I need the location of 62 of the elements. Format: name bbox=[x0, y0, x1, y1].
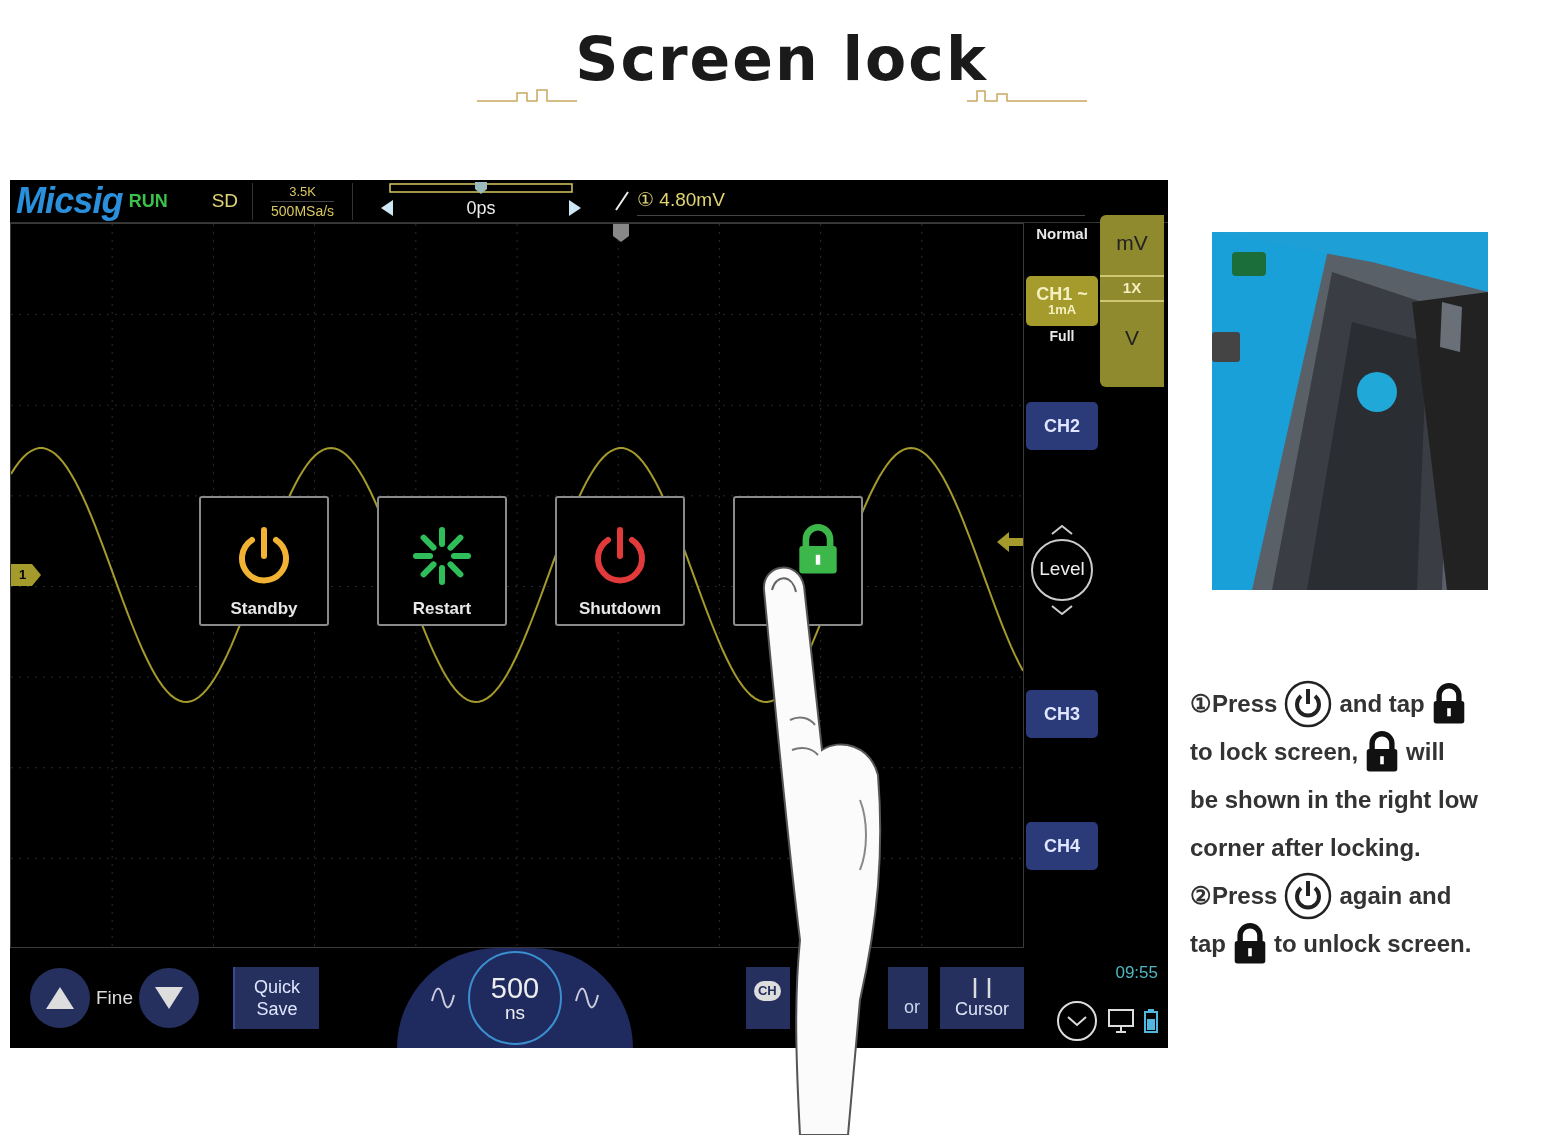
instruction-text: ①Press bbox=[1190, 689, 1278, 719]
right-arrow-icon[interactable] bbox=[569, 200, 582, 216]
up-button[interactable] bbox=[30, 968, 90, 1028]
cursor-button[interactable]: Cursor bbox=[939, 967, 1024, 1029]
memory-depth: 3.5K bbox=[289, 182, 316, 201]
up-triangle-icon bbox=[46, 987, 74, 1009]
time-offset: 0ps bbox=[465, 196, 497, 220]
unit-picker[interactable]: mV 1X V bbox=[1100, 215, 1164, 387]
channel-menu-button[interactable]: CH bbox=[745, 967, 790, 1029]
instruction-text: be shown in the right low bbox=[1190, 785, 1478, 815]
standby-button[interactable]: Standby bbox=[199, 496, 329, 626]
up-chevron-icon[interactable] bbox=[1051, 524, 1073, 535]
brand-logo: Micsig bbox=[16, 183, 123, 219]
trigger-mode: Normal bbox=[1036, 224, 1088, 244]
channel-button[interactable]: CH2 bbox=[1026, 401, 1098, 450]
measure-button[interactable]: or bbox=[887, 967, 928, 1029]
fine-label: Fine bbox=[96, 985, 133, 1010]
power-icon bbox=[1283, 871, 1334, 921]
chevron-circle-icon[interactable] bbox=[1055, 999, 1098, 1042]
shutdown-button[interactable]: Shutdown bbox=[555, 496, 685, 626]
sine-wave-icon[interactable] bbox=[573, 985, 600, 1011]
sample-rate: 500MSa/s bbox=[271, 200, 335, 220]
run-status: RUN bbox=[128, 189, 168, 213]
level-button[interactable]: Level bbox=[1031, 538, 1093, 601]
battery-icon bbox=[1143, 1008, 1158, 1033]
page-title: Screen lock bbox=[575, 24, 988, 94]
instruction-text: ②Press bbox=[1190, 881, 1278, 911]
instruction-text: corner after locking. bbox=[1190, 833, 1421, 863]
restart-button[interactable]: Restart bbox=[377, 496, 507, 626]
power-icon bbox=[1283, 679, 1334, 729]
timebase-unit: ns bbox=[504, 1003, 525, 1022]
unit-option[interactable]: V bbox=[1125, 321, 1139, 362]
monitor-icon bbox=[1107, 1008, 1134, 1033]
quick-save-button[interactable]: Quick Save bbox=[232, 967, 319, 1029]
time-position-slider[interactable] bbox=[389, 180, 574, 195]
instruction-text: to lock screen, bbox=[1190, 737, 1359, 767]
spinner-icon bbox=[410, 524, 474, 588]
channel-button[interactable]: CH4 bbox=[1026, 821, 1098, 870]
bandwidth-label: Full bbox=[1049, 326, 1075, 346]
down-chevron-icon[interactable] bbox=[1051, 604, 1073, 615]
instruction-text: and tap bbox=[1339, 689, 1425, 719]
instruction-text: will bbox=[1406, 737, 1445, 767]
left-arrow-icon[interactable] bbox=[381, 200, 394, 216]
timebase-value: 500 bbox=[490, 974, 540, 1003]
timebase-ring[interactable]: 500 ns bbox=[467, 951, 562, 1045]
trigger-position-marker-icon[interactable] bbox=[613, 224, 629, 242]
padlock-icon bbox=[1232, 923, 1268, 965]
down-triangle-icon bbox=[154, 987, 183, 1009]
unit-option[interactable]: mV bbox=[1116, 227, 1148, 267]
clock: 09:55 bbox=[1115, 962, 1158, 984]
instruction-text: to unlock screen. bbox=[1274, 929, 1472, 959]
instruction-text: again and bbox=[1339, 881, 1452, 911]
instruction-text: tap bbox=[1190, 929, 1226, 959]
channel-button[interactable]: CH3 bbox=[1026, 689, 1098, 738]
rising-edge-icon bbox=[615, 191, 630, 211]
padlock-icon bbox=[796, 524, 840, 575]
channel-marker[interactable]: 1 bbox=[11, 564, 41, 586]
storage-label: SD bbox=[211, 188, 239, 213]
sine-wave-icon[interactable] bbox=[429, 985, 456, 1011]
timebase-dial[interactable]: 500 ns bbox=[396, 948, 633, 1048]
trigger-readout: ① 4.80mV bbox=[637, 186, 1085, 216]
trigger-level-arrow-icon[interactable] bbox=[997, 532, 1023, 552]
